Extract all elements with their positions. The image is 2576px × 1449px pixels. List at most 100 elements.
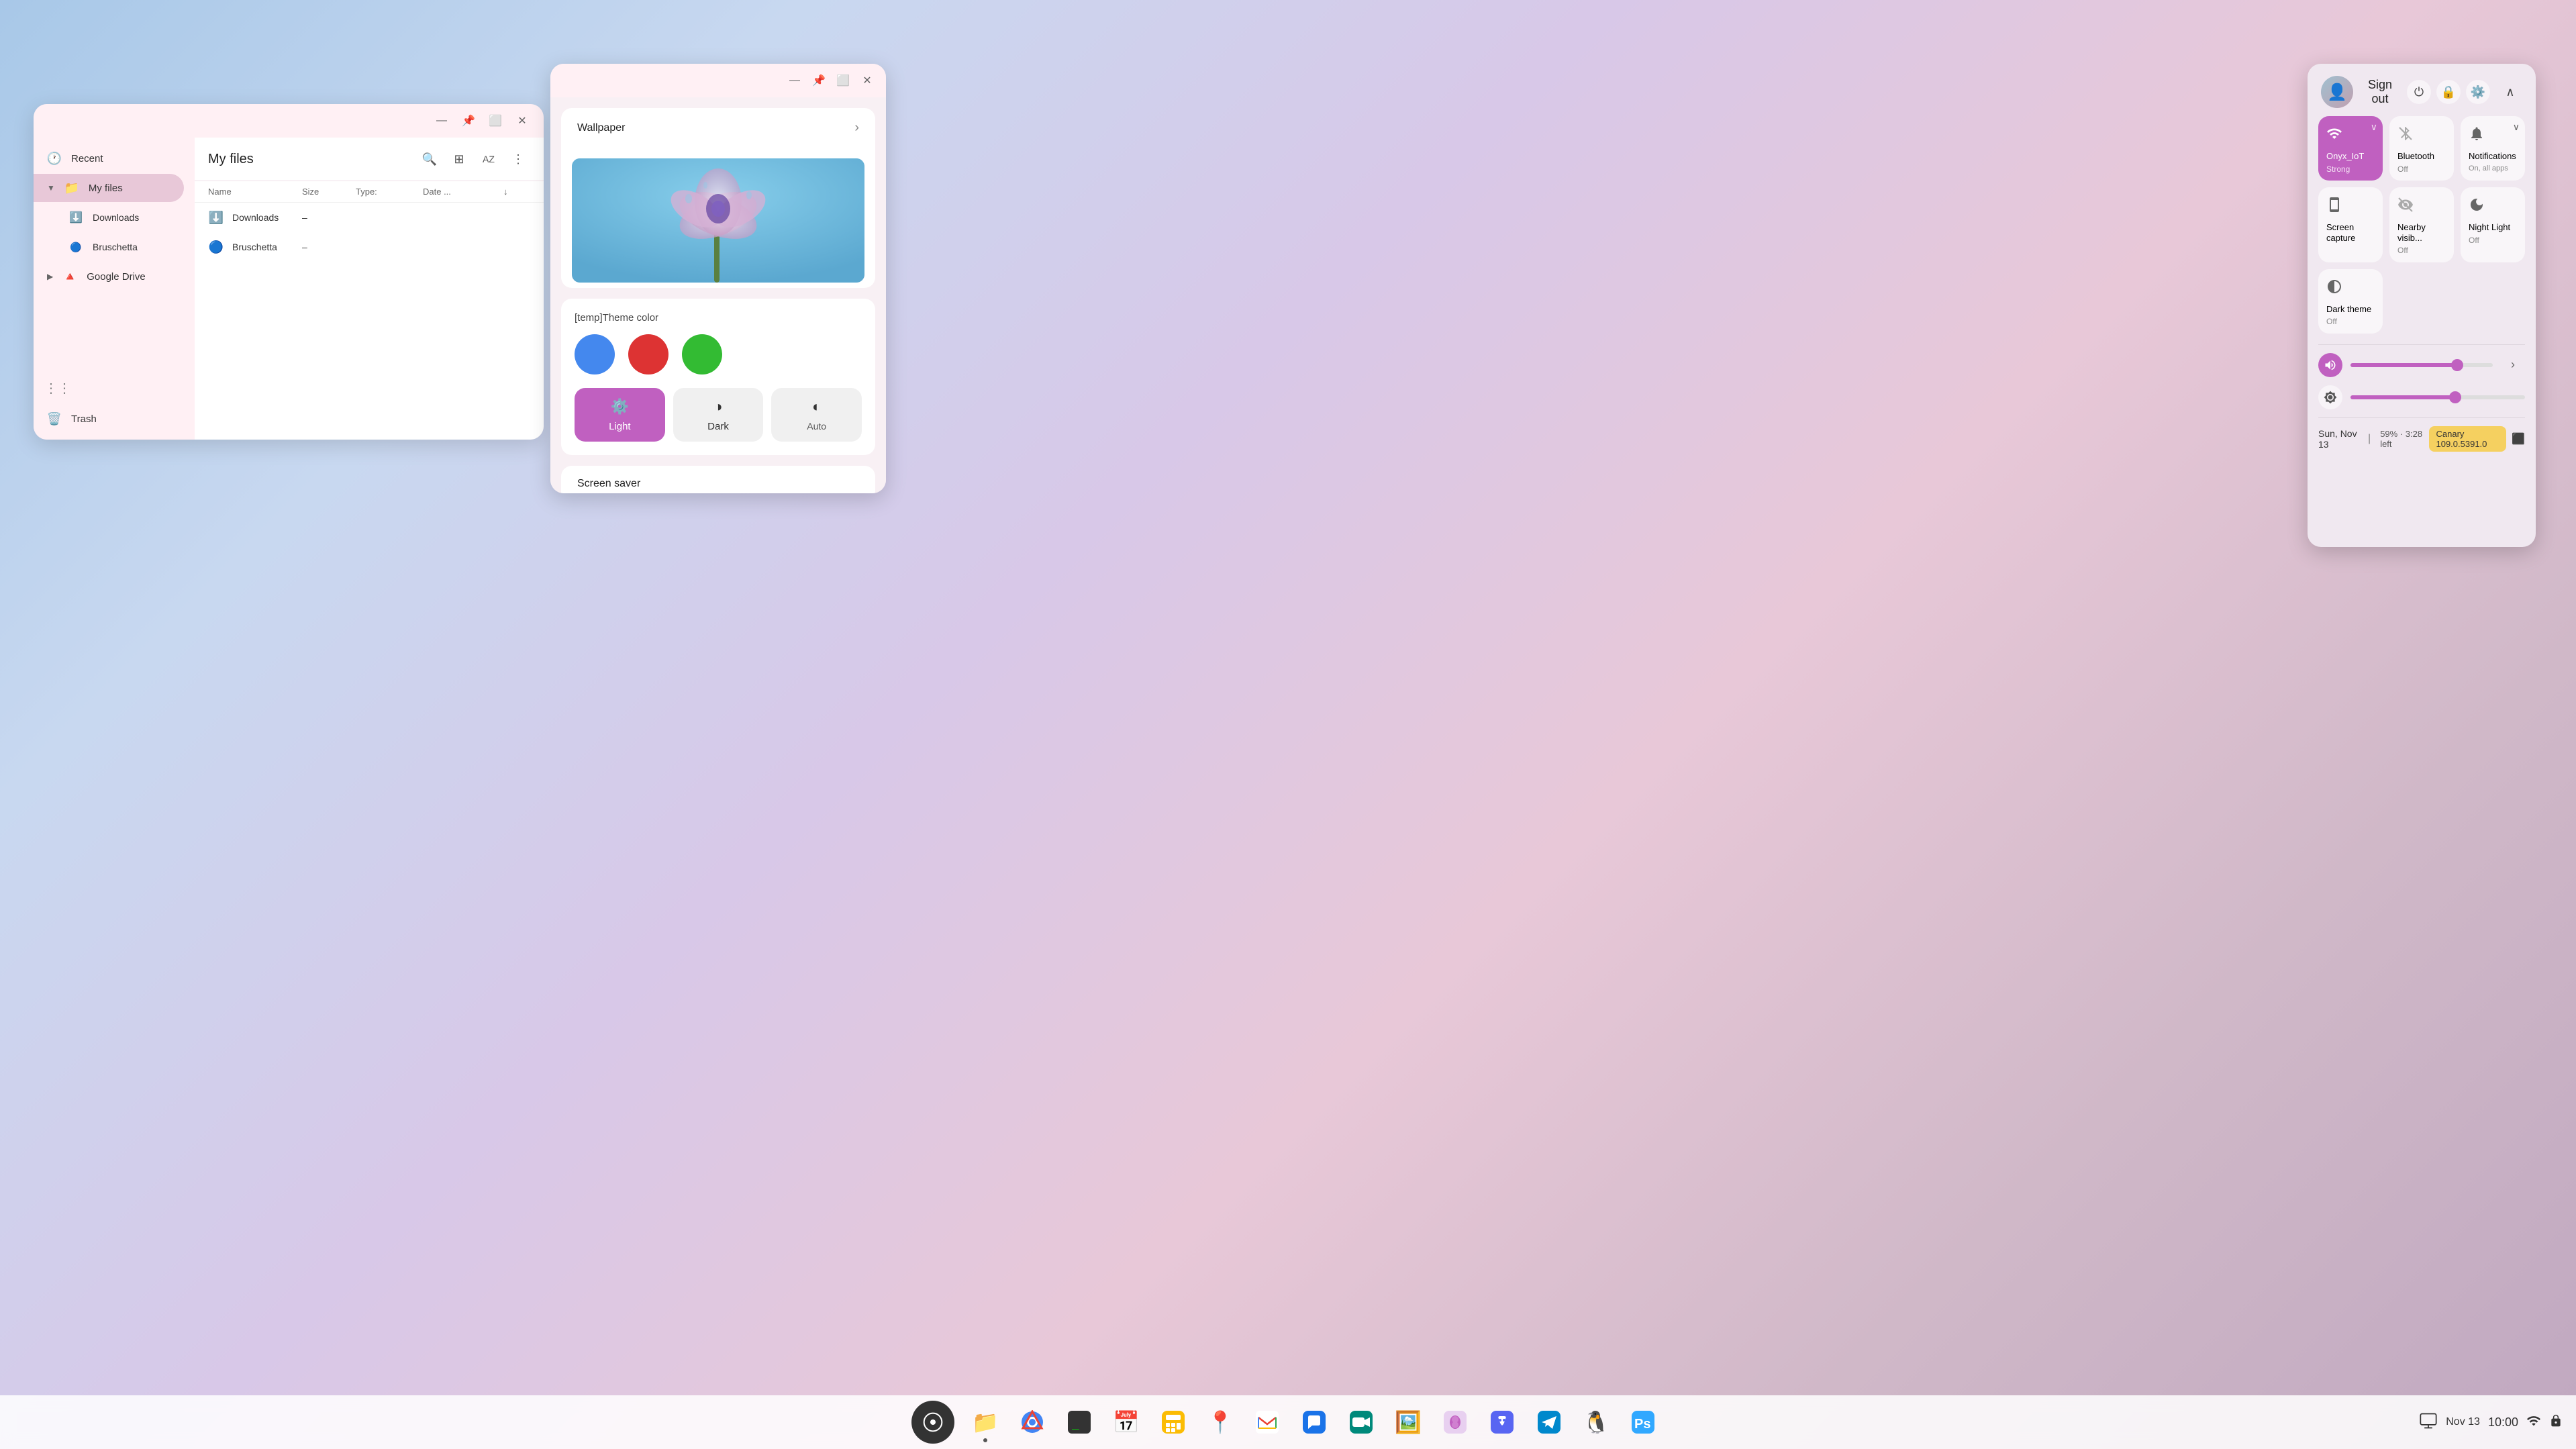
taskbar-files[interactable]: 📁 xyxy=(964,1401,1007,1444)
more-button[interactable]: ⋮ xyxy=(506,147,530,171)
user-avatar: 👤 xyxy=(2321,76,2353,108)
qs-volume-row: › xyxy=(2308,348,2536,383)
auto-mode-button[interactable]: ◐ Auto xyxy=(771,388,862,442)
qs-tile-dark-theme[interactable]: Dark theme Off xyxy=(2318,269,2383,334)
taskbar-photos[interactable]: 🖼️ xyxy=(1387,1401,1430,1444)
taskbar-gmail[interactable] xyxy=(1246,1401,1289,1444)
my-files-icon: 📁 xyxy=(64,181,79,195)
sidebar-downloads-label: Downloads xyxy=(93,212,139,223)
nearby-sub: Off xyxy=(2397,246,2446,255)
brightness-icon[interactable] xyxy=(2318,385,2342,409)
taskbar-chat[interactable] xyxy=(1293,1401,1336,1444)
taskbar-tray-icons xyxy=(2419,1411,2438,1434)
taskbar-calendar[interactable]: 📅 xyxy=(1105,1401,1148,1444)
brightness-thumb[interactable] xyxy=(2449,391,2461,403)
qs-tile-onyx-iot[interactable]: ∨ Onyx_IoT Strong xyxy=(2318,116,2383,181)
taskbar-wifi-icon xyxy=(2526,1413,2541,1432)
sidebar-google-drive-label: Google Drive xyxy=(87,271,146,283)
settings-maximize-button[interactable]: ⬜ xyxy=(835,72,851,89)
qs-tile-nearby[interactable]: Nearby visib... Off xyxy=(2389,187,2454,262)
search-button[interactable]: 🔍 xyxy=(417,147,442,171)
settings-pin-button[interactable]: 📌 xyxy=(811,72,827,89)
taskbar-photoshop[interactable]: Ps xyxy=(1622,1401,1665,1444)
settings-close-button[interactable]: ✕ xyxy=(859,72,875,89)
qs-tile-bluetooth[interactable]: Bluetooth Off xyxy=(2389,116,2454,181)
night-light-icon xyxy=(2469,197,2517,217)
taskbar-calculator[interactable] xyxy=(1152,1401,1195,1444)
wallpaper-preview-image xyxy=(572,158,864,283)
taskbar-maps[interactable]: 📍 xyxy=(1199,1401,1242,1444)
wallpaper-row[interactable]: Wallpaper › xyxy=(561,108,875,148)
taskbar-telegram[interactable] xyxy=(1528,1401,1571,1444)
sidebar-recent-label: Recent xyxy=(71,153,103,164)
bluetooth-sub: Off xyxy=(2397,164,2446,174)
sidebar-trash-label: Trash xyxy=(71,413,97,425)
qs-footer: Sun, Nov 13 | 59% · 3:28 left Canary 109… xyxy=(2308,421,2536,460)
night-light-label: Night Light xyxy=(2469,222,2517,233)
bruschetta-icon: 🔵 xyxy=(68,240,83,254)
version-label: Canary 109.0.5391.0 xyxy=(2436,429,2487,449)
notifications-sub: On, all apps xyxy=(2469,164,2517,173)
taskbar-discord[interactable] xyxy=(1481,1401,1524,1444)
sort-button[interactable]: AZ xyxy=(477,147,501,171)
pin-button[interactable]: 📌 xyxy=(460,113,477,129)
sign-out-label[interactable]: Sign out xyxy=(2361,78,2399,106)
sidebar-item-trash[interactable]: 🗑️ Trash xyxy=(34,405,184,433)
light-mode-button[interactable]: ⚙️ Light xyxy=(575,388,665,442)
taskbar-peanut[interactable] xyxy=(1434,1401,1477,1444)
settings-section-theme: [temp]Theme color ⚙️ Light ◑ Dark xyxy=(561,299,875,455)
brightness-slider[interactable] xyxy=(2350,395,2525,399)
settings-button[interactable]: ⚙️ xyxy=(2466,80,2490,104)
sidebar-item-downloads[interactable]: ⬇️ Downloads xyxy=(34,203,184,232)
volume-icon[interactable] xyxy=(2318,353,2342,377)
more-options-icon[interactable]: ⋮⋮ xyxy=(44,380,71,397)
qs-tile-screen-capture[interactable]: Screen capture xyxy=(2318,187,2383,262)
qs-expand-toggle[interactable]: ∧ xyxy=(2498,80,2522,104)
qs-header-buttons: ⏻ 🔒 ⚙️ xyxy=(2407,80,2490,104)
col-name: Name xyxy=(208,187,302,197)
minimize-button[interactable]: — xyxy=(434,113,450,129)
sidebar-my-files-label: My files xyxy=(89,183,123,194)
dark-theme-icon xyxy=(2326,279,2375,299)
settings-section-screensaver: Screen saver xyxy=(561,466,875,493)
dark-mode-label: Dark xyxy=(707,421,729,432)
volume-slider[interactable] xyxy=(2350,363,2493,367)
volume-thumb[interactable] xyxy=(2451,359,2463,371)
table-row[interactable]: 🔵 Bruschetta – xyxy=(195,232,544,262)
launcher-button[interactable] xyxy=(911,1401,954,1444)
version-icon: ⬛ xyxy=(2512,432,2525,446)
desktop: — 📌 ⬜ ✕ 🕐 Recent ▼ 📁 My files ⬇️ Downloa xyxy=(0,0,2576,1449)
downloads-icon: ⬇️ xyxy=(68,210,83,225)
power-button[interactable]: ⏻ xyxy=(2407,80,2431,104)
color-green[interactable] xyxy=(682,334,722,374)
sidebar-item-my-files[interactable]: ▼ 📁 My files xyxy=(34,174,184,202)
sidebar-item-bruschetta[interactable]: 🔵 Bruschetta xyxy=(34,233,184,261)
qs-header: 👤 Sign out ⏻ 🔒 ⚙️ ∧ xyxy=(2308,64,2536,116)
color-blue[interactable] xyxy=(575,334,615,374)
night-light-sub: Off xyxy=(2469,236,2517,245)
lock-button[interactable]: 🔒 xyxy=(2436,80,2461,104)
taskbar-terminal[interactable]: _ xyxy=(1058,1401,1101,1444)
close-button[interactable]: ✕ xyxy=(514,113,530,129)
qs-tile-notifications[interactable]: ∨ Notifications On, all apps xyxy=(2461,116,2525,181)
taskbar-chrome[interactable] xyxy=(1011,1401,1054,1444)
color-options xyxy=(575,334,862,374)
sidebar-item-recent[interactable]: 🕐 Recent xyxy=(34,144,184,172)
file-manager-sidebar: 🕐 Recent ▼ 📁 My files ⬇️ Downloads 🔵 Bru… xyxy=(34,138,195,440)
taskbar-time[interactable]: 10:00 xyxy=(2488,1415,2518,1430)
taskbar-meet[interactable] xyxy=(1340,1401,1383,1444)
qs-divider-2 xyxy=(2318,417,2525,418)
recent-icon: 🕐 xyxy=(47,151,62,166)
dark-mode-button[interactable]: ◑ Dark xyxy=(673,388,764,442)
grid-view-button[interactable]: ⊞ xyxy=(447,147,471,171)
qs-tile-night-light[interactable]: Night Light Off xyxy=(2461,187,2525,262)
maximize-button[interactable]: ⬜ xyxy=(487,113,503,129)
table-row[interactable]: ⬇️ Downloads – xyxy=(195,203,544,232)
avatar-image: 👤 xyxy=(2327,83,2347,102)
taskbar-crostini[interactable]: 🐧 xyxy=(1575,1401,1618,1444)
color-red[interactable] xyxy=(628,334,668,374)
settings-minimize-button[interactable]: — xyxy=(787,72,803,89)
volume-expand-button[interactable]: › xyxy=(2501,353,2525,377)
notifications-icon xyxy=(2469,126,2517,146)
sidebar-item-google-drive[interactable]: ▶ 🔺 Google Drive xyxy=(34,262,184,291)
